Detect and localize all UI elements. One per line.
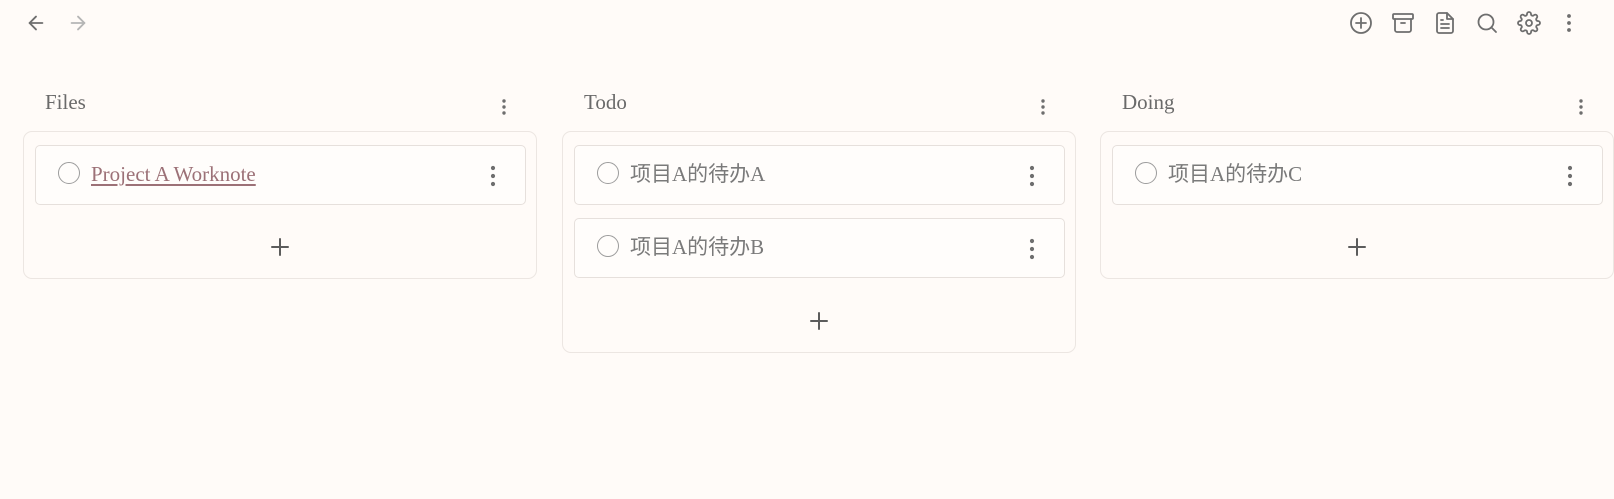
column-menu-files-icon[interactable]	[496, 95, 512, 119]
back-arrow-icon[interactable]	[22, 9, 50, 37]
card-project-a-worknote[interactable]: Project A Worknote	[35, 145, 526, 205]
card-title: 项目A的待办B	[630, 235, 765, 259]
lane-doing: 项目A的待办C	[1100, 131, 1614, 279]
card-title: 项目A的待办C	[1168, 162, 1303, 186]
column-menu-todo-icon[interactable]	[1035, 95, 1051, 119]
card-todo-a[interactable]: 项目A的待办A	[574, 145, 1065, 205]
card-checkbox[interactable]	[58, 162, 80, 184]
card-checkbox[interactable]	[1135, 162, 1157, 184]
card-title-link[interactable]: Project A Worknote	[91, 161, 256, 187]
forward-arrow-icon[interactable]	[64, 9, 92, 37]
card-checkbox[interactable]	[597, 235, 619, 257]
lane-files: Project A Worknote	[23, 131, 537, 279]
column-title-files: Files	[45, 90, 86, 114]
card-more-vertical-icon[interactable]	[485, 164, 501, 188]
add-card-button-files[interactable]	[260, 227, 300, 267]
card-more-vertical-icon[interactable]	[1024, 164, 1040, 188]
column-title-todo: Todo	[584, 90, 627, 114]
gear-icon[interactable]	[1515, 9, 1543, 37]
add-card-button-doing[interactable]	[1337, 227, 1377, 267]
column-menu-doing-icon[interactable]	[1573, 95, 1589, 119]
add-circle-icon[interactable]	[1347, 9, 1375, 37]
lane-todo: 项目A的待办A 项目A的待办B	[562, 131, 1076, 353]
column-title-doing: Doing	[1122, 90, 1175, 114]
archive-icon[interactable]	[1389, 9, 1417, 37]
kanban-board-view: Files Project A Worknote Todo 项目A的待办A 项目…	[0, 0, 1614, 499]
add-card-button-todo[interactable]	[799, 301, 839, 341]
search-icon[interactable]	[1473, 9, 1501, 37]
card-todo-c[interactable]: 项目A的待办C	[1112, 145, 1603, 205]
card-title: 项目A的待办A	[630, 162, 766, 186]
card-more-vertical-icon[interactable]	[1562, 164, 1578, 188]
card-todo-b[interactable]: 项目A的待办B	[574, 218, 1065, 278]
card-more-vertical-icon[interactable]	[1024, 237, 1040, 261]
card-checkbox[interactable]	[597, 162, 619, 184]
document-icon[interactable]	[1431, 9, 1459, 37]
more-vertical-icon[interactable]	[1555, 9, 1583, 37]
